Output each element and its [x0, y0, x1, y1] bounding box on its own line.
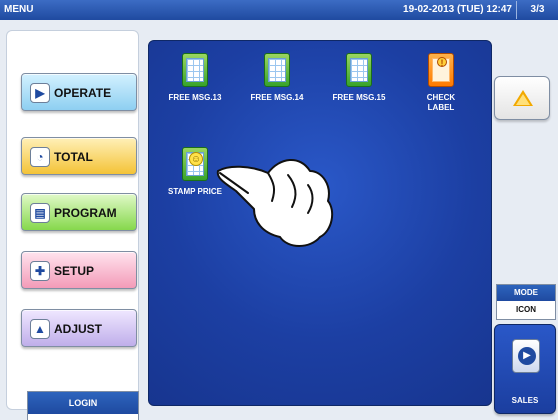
adjust-button[interactable]: ▲ ADJUST [21, 309, 137, 347]
free-msg-15-tile[interactable]: FREE MSG.15 [319, 53, 399, 143]
document-icon [182, 53, 208, 87]
book-icon: ▤ [30, 203, 50, 223]
setup-label: SETUP [54, 264, 95, 278]
tile-label: FREE MSG.13 [168, 93, 222, 102]
top-bar: MENU 19-02-2013 (TUE) 12:47 3/3 [0, 0, 558, 20]
scale-icon: ▲ [30, 319, 50, 339]
program-label: PROGRAM [54, 206, 117, 220]
check-label-tile[interactable]: ! CHECK LABEL [401, 53, 481, 143]
left-menu-panel: ▶ OPERATE ◔ TOTAL ▤ PROGRAM ✚ SETUP ▲ AD… [6, 30, 139, 420]
exclamation-icon: ! [437, 57, 447, 68]
free-msg-13-tile[interactable]: FREE MSG.13 [155, 53, 235, 143]
stamp-icon: ☺ [182, 147, 208, 181]
operate-button[interactable]: ▶ OPERATE [21, 73, 137, 111]
smiley-icon: ☺ [189, 152, 203, 166]
login-box[interactable]: LOGIN [27, 391, 139, 420]
sales-button[interactable]: ▶ SALES [494, 324, 556, 414]
document-icon [346, 53, 372, 87]
free-msg-14-tile[interactable]: FREE MSG.14 [237, 53, 317, 143]
page-indicator: 3/3 [516, 1, 558, 19]
document-icon [264, 53, 290, 87]
stamp-price-tile[interactable]: ☺ STAMP PRICE [155, 147, 235, 237]
scroll-up-button[interactable] [494, 76, 550, 120]
tile-label: CHECK LABEL [426, 93, 456, 112]
tile-label: STAMP PRICE [168, 187, 222, 196]
triangle-up-highlight [516, 94, 530, 105]
adjust-label: ADJUST [54, 322, 103, 336]
window-title: MENU [4, 4, 34, 15]
sales-icon: ▶ [512, 339, 540, 373]
operate-label: OPERATE [54, 86, 112, 100]
datetime-display: 19-02-2013 (TUE) 12:47 [403, 4, 512, 15]
play-icon: ▶ [30, 83, 50, 103]
mode-value: ICON [516, 305, 536, 314]
wrench-icon: ✚ [30, 261, 50, 281]
setup-button[interactable]: ✚ SETUP [21, 251, 137, 289]
total-label: TOTAL [54, 150, 93, 164]
warning-document-icon: ! [428, 53, 454, 87]
mode-box[interactable]: MODE ICON [496, 284, 556, 320]
program-button[interactable]: ▤ PROGRAM [21, 193, 137, 231]
icon-grid-panel: FREE MSG.13 FREE MSG.14 FREE MSG.15 ! CH… [148, 40, 492, 406]
play-circle-icon: ▶ [518, 347, 536, 365]
tile-label: FREE MSG.14 [250, 93, 304, 102]
mode-label: MODE [497, 285, 555, 301]
sales-label: SALES [511, 396, 539, 405]
total-button[interactable]: ◔ TOTAL [21, 137, 137, 175]
tile-label: FREE MSG.15 [332, 93, 386, 102]
clock-icon: ◔ [30, 147, 50, 167]
login-header: LOGIN [28, 392, 138, 414]
